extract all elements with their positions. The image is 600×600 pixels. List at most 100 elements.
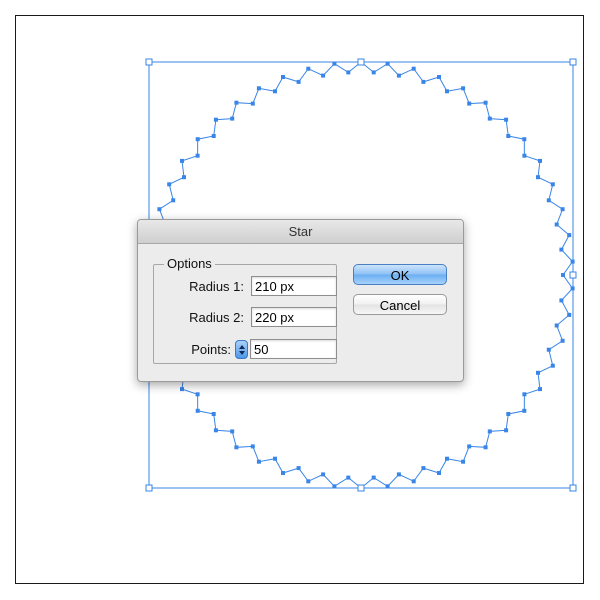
points-label: Points: — [191, 342, 231, 357]
radius2-row: Radius 2: — [154, 307, 338, 329]
anchor-point — [550, 182, 555, 187]
anchor-point — [396, 73, 401, 78]
anchor-point — [211, 134, 216, 138]
anchor-point — [554, 222, 559, 227]
anchor-point — [570, 259, 575, 264]
anchor-point — [250, 101, 255, 106]
anchor-point — [195, 408, 200, 413]
anchor-point — [256, 459, 261, 464]
anchor-point — [467, 101, 472, 106]
anchor-point — [281, 471, 285, 475]
anchor-point — [546, 198, 551, 203]
resize-handle[interactable] — [145, 484, 153, 492]
anchor-point — [332, 484, 337, 489]
anchor-point — [157, 207, 162, 212]
anchor-point — [560, 207, 565, 212]
points-input[interactable] — [250, 339, 337, 359]
anchor-point — [195, 153, 200, 158]
anchor-point — [171, 198, 176, 203]
anchor-point — [346, 475, 351, 480]
radius1-input[interactable] — [251, 276, 337, 296]
anchor-point — [522, 137, 527, 142]
anchor-point — [195, 392, 200, 397]
anchor-point — [554, 323, 559, 328]
anchor-point — [561, 273, 565, 277]
points-row: Points: — [154, 339, 338, 361]
anchor-point — [281, 75, 285, 79]
resize-handle[interactable] — [569, 271, 577, 279]
options-group: Options Radius 1: Radius 2: Points: — [153, 256, 338, 364]
anchor-point — [567, 233, 572, 238]
radius2-label: Radius 2: — [189, 310, 244, 325]
anchor-point — [437, 75, 441, 79]
anchor-point — [504, 117, 509, 122]
anchor-point — [461, 86, 466, 91]
anchor-point — [230, 116, 235, 121]
anchor-point — [522, 408, 527, 413]
anchor-point — [167, 182, 172, 187]
resize-handle[interactable] — [145, 58, 153, 66]
anchor-point — [306, 479, 311, 484]
anchor-point — [256, 86, 261, 91]
stepper-down-icon[interactable] — [238, 350, 245, 355]
anchor-point — [550, 363, 555, 368]
anchor-point — [445, 89, 449, 94]
anchor-point — [371, 70, 376, 75]
resize-handle[interactable] — [569, 58, 577, 66]
anchor-point — [411, 66, 416, 71]
ok-button[interactable]: OK — [353, 264, 447, 285]
stepper-up-down-icon[interactable] — [235, 340, 248, 359]
anchor-point — [421, 466, 426, 471]
anchor-point — [195, 137, 200, 142]
anchor-point — [487, 116, 492, 121]
anchor-point — [421, 79, 426, 84]
anchor-point — [570, 286, 575, 291]
anchor-point — [250, 444, 255, 449]
resize-handle[interactable] — [569, 484, 577, 492]
anchor-point — [385, 484, 390, 489]
radius1-label: Radius 1: — [189, 279, 244, 294]
stepper-up-icon[interactable] — [238, 344, 245, 349]
anchor-point — [445, 456, 449, 461]
anchor-point — [230, 429, 235, 434]
anchor-point — [332, 61, 337, 66]
anchor-point — [567, 312, 572, 317]
anchor-point — [506, 412, 511, 416]
resize-handle[interactable] — [357, 484, 365, 492]
anchor-point — [346, 70, 351, 75]
anchor-point — [371, 475, 376, 480]
anchor-point — [538, 158, 542, 163]
anchor-point — [213, 117, 218, 122]
anchor-point — [273, 456, 277, 461]
anchor-point — [182, 175, 186, 180]
anchor-point — [306, 66, 311, 71]
canvas[interactable]: Star Options Radius 1: Radius 2: Points:… — [0, 0, 600, 600]
anchor-point — [180, 158, 184, 163]
anchor-point — [273, 89, 277, 94]
cancel-button[interactable]: Cancel — [353, 294, 447, 315]
anchor-point — [321, 472, 326, 477]
radius2-input[interactable] — [251, 307, 337, 327]
anchor-point — [536, 370, 540, 375]
anchor-point — [536, 175, 540, 180]
anchor-point — [234, 445, 239, 450]
anchor-point — [522, 153, 527, 158]
anchor-point — [234, 100, 239, 105]
anchor-point — [560, 338, 565, 343]
resize-handle[interactable] — [357, 58, 365, 66]
radius1-row: Radius 1: — [154, 276, 338, 298]
anchor-point — [437, 471, 441, 475]
anchor-point — [546, 347, 551, 352]
anchor-point — [321, 73, 326, 78]
anchor-point — [385, 61, 390, 66]
anchor-point — [504, 428, 509, 433]
anchor-point — [538, 387, 542, 392]
dialog-title: Star — [138, 220, 463, 244]
anchor-point — [467, 444, 472, 449]
anchor-point — [483, 100, 488, 105]
anchor-point — [522, 392, 527, 397]
anchor-point — [559, 247, 564, 252]
anchor-point — [180, 387, 184, 392]
anchor-point — [559, 298, 564, 303]
anchor-point — [211, 412, 216, 416]
